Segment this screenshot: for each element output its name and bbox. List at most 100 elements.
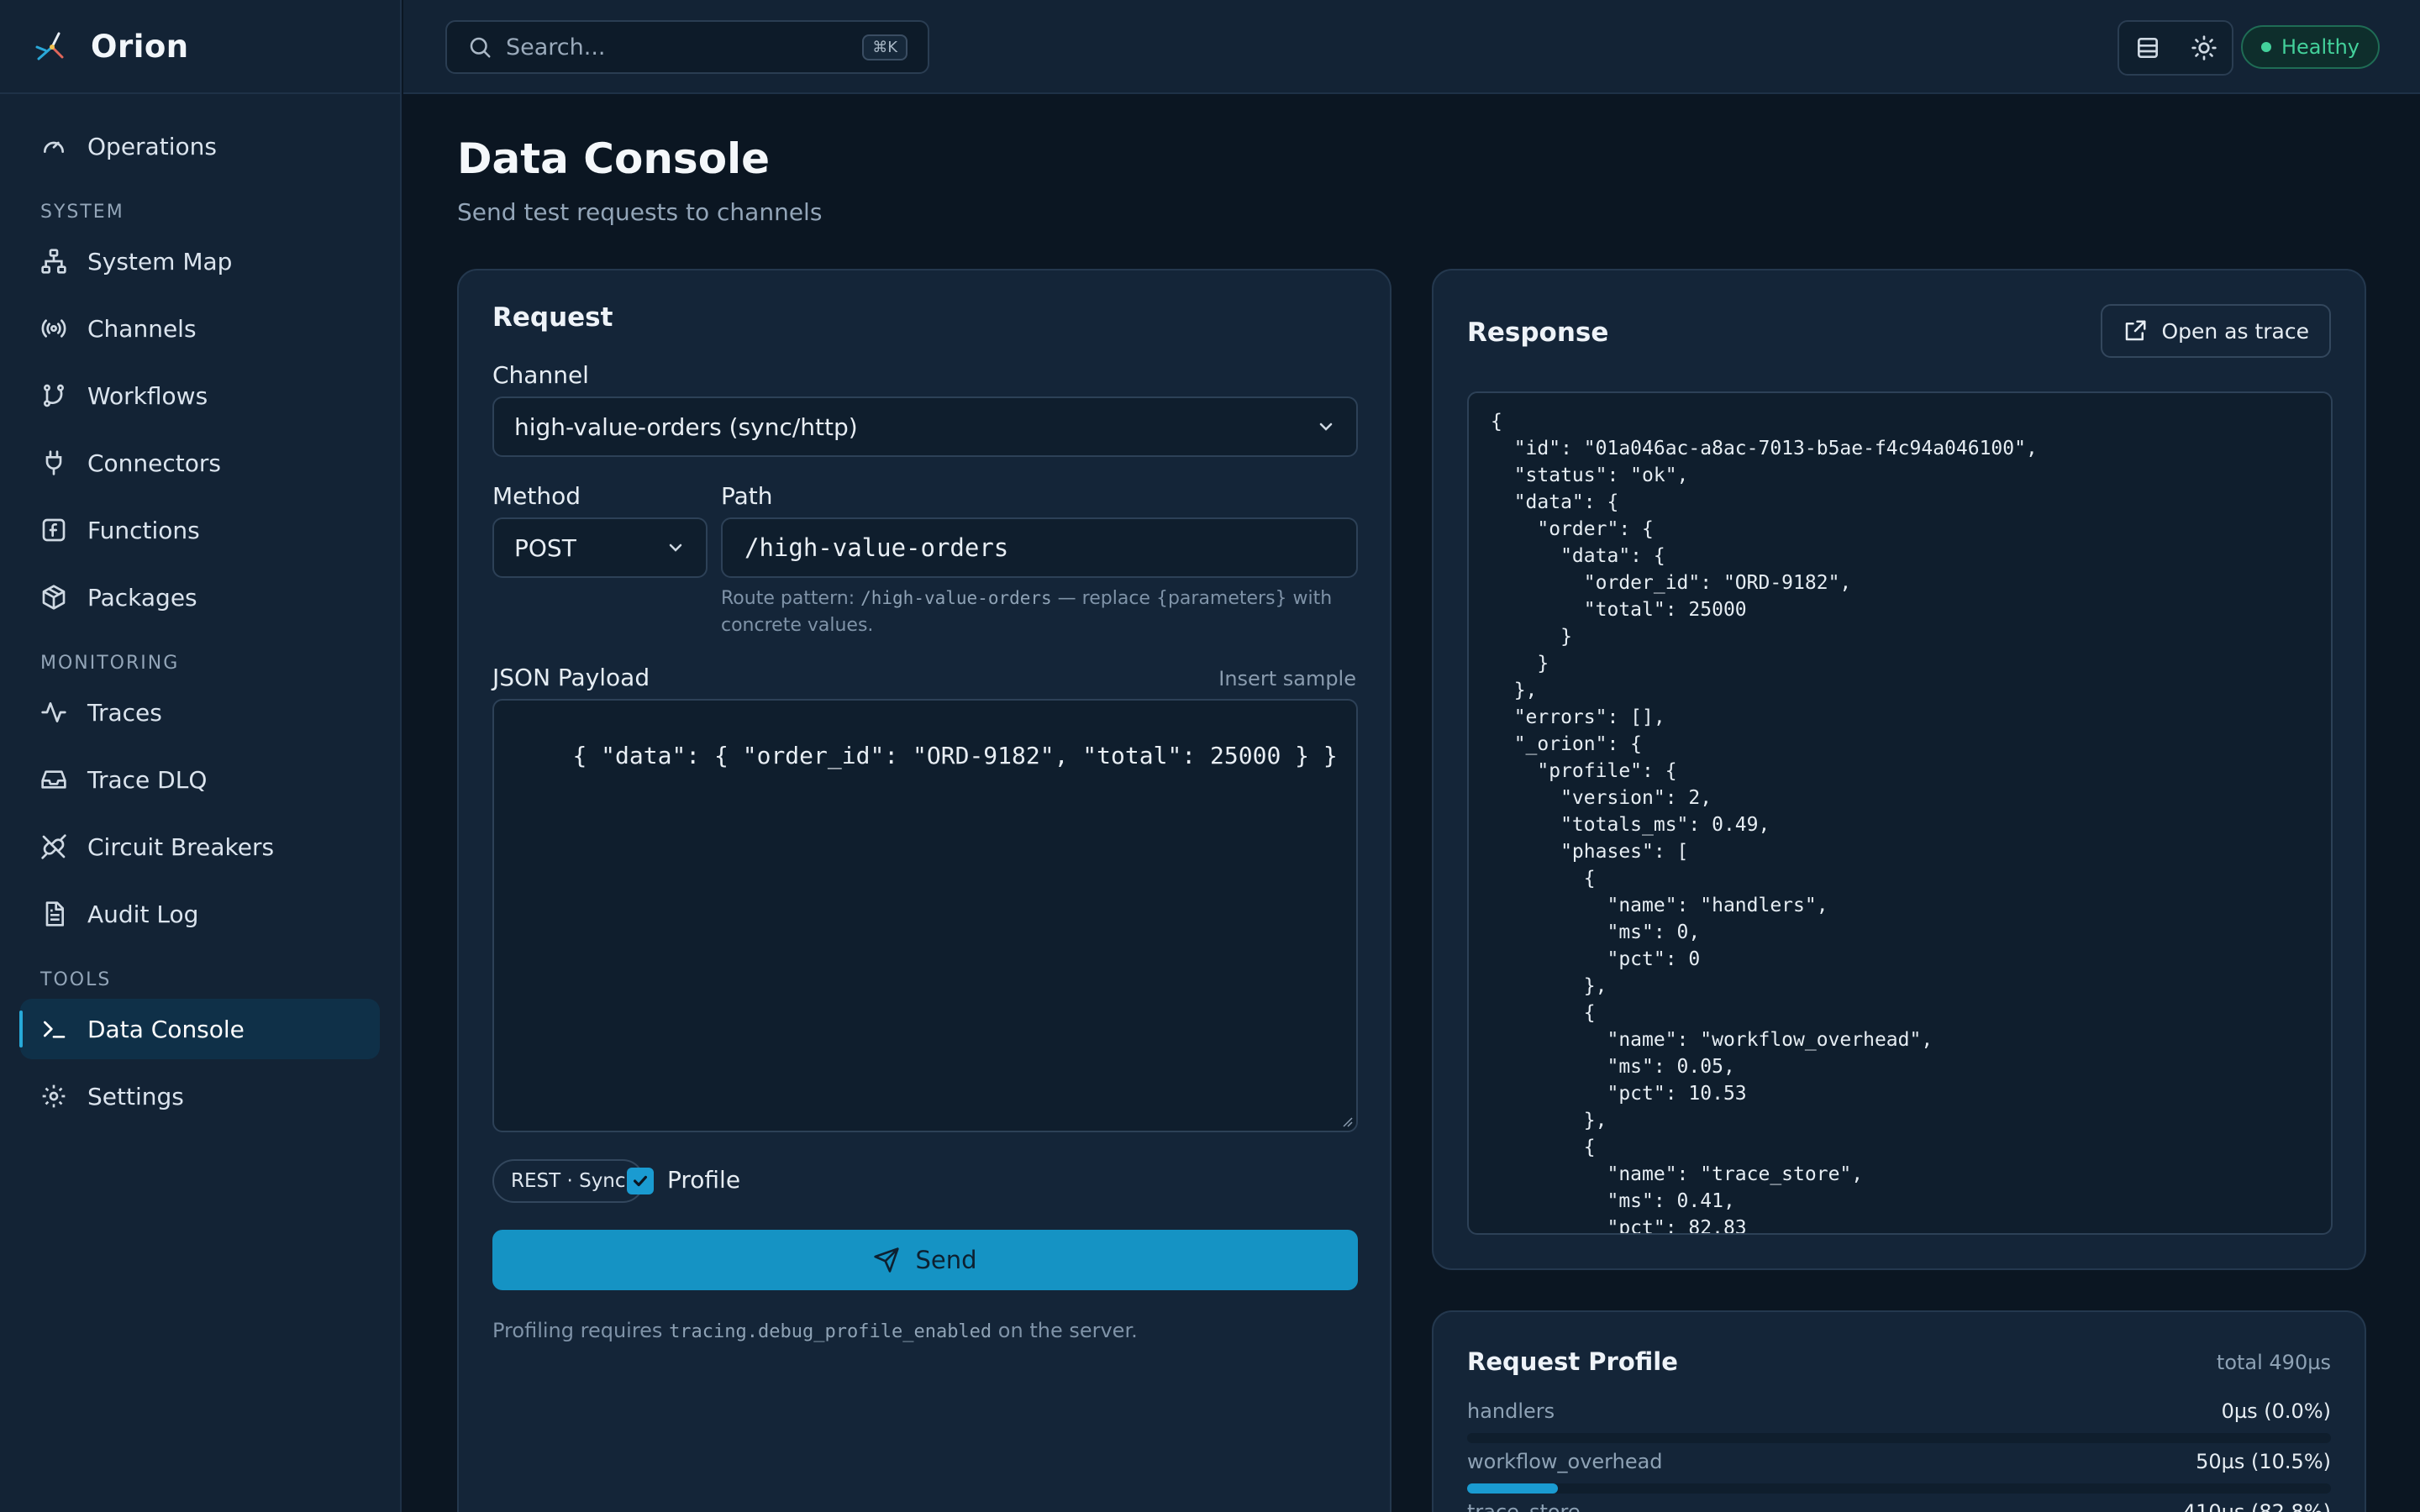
response-body[interactable]: { "id": "01a046ac-a8ac-7013-b5ae-f4c94a0… — [1467, 391, 2333, 1235]
sidebar-item-label: Channels — [87, 314, 197, 343]
search-icon — [470, 37, 491, 58]
open-as-trace-button[interactable]: Open as trace — [2101, 304, 2331, 358]
sidebar-item-audit-log[interactable]: Audit Log — [20, 884, 380, 944]
open-as-trace-label: Open as trace — [2161, 318, 2309, 344]
mode-pill: REST · Sync — [492, 1159, 644, 1203]
payload-textarea[interactable]: { "data": { "order_id": "ORD-9182", "tot… — [492, 699, 1358, 1132]
sidebar-item-workflows[interactable]: Workflows — [20, 365, 380, 426]
sidebar-item-functions[interactable]: Functions — [20, 500, 380, 560]
plug-icon — [45, 450, 62, 475]
payload-value: { "data": { "order_id": "ORD-9182", "tot… — [572, 742, 1338, 769]
route-hint-suffix-2: concrete values. — [721, 615, 874, 636]
page-subtitle: Send test requests to channels — [457, 198, 823, 226]
response-title: Response — [1467, 318, 1609, 348]
request-title: Request — [492, 302, 613, 333]
channel-value: high-value-orders (sync/http) — [514, 412, 858, 441]
phase-value: 0µs (0.0%) — [2221, 1399, 2331, 1423]
resize-grip-icon[interactable] — [1339, 1114, 1353, 1127]
sidebar-item-label: Functions — [87, 516, 200, 544]
phase-value: 50µs (10.5%) — [2196, 1450, 2331, 1473]
response-panel: Response Open as trace { "id": "01a046ac… — [1432, 269, 2366, 1270]
section-label-tools: TOOLS — [40, 969, 112, 990]
check-icon — [633, 1175, 648, 1187]
phase-name: trace_store — [1467, 1500, 1581, 1512]
profile-row: handlers 0µs (0.0%) — [1467, 1399, 2331, 1450]
brand[interactable]: Orion — [0, 0, 400, 94]
profile-label[interactable]: Profile — [667, 1166, 740, 1194]
page-title: Data Console — [457, 134, 771, 183]
search-placeholder: Search... — [506, 34, 606, 60]
broadcast-icon — [41, 319, 66, 338]
file-text-icon — [45, 901, 64, 927]
route-hint-pattern: /high-value-orders — [860, 588, 1052, 608]
sidebar-item-connectors[interactable]: Connectors — [20, 433, 380, 493]
chevron-down-icon — [1319, 423, 1333, 431]
sidebar-item-label: Trace DLQ — [87, 765, 208, 794]
sidebar-item-system-map[interactable]: System Map — [20, 231, 380, 291]
search-shortcut: ⌘K — [862, 34, 908, 60]
channel-select[interactable]: high-value-orders (sync/http) — [492, 396, 1358, 457]
external-link-icon — [2126, 320, 2146, 341]
sidebar: Orion Operations SYSTEM System Map Chann… — [0, 0, 402, 1512]
phase-bar-fill — [1467, 1483, 1558, 1494]
package-icon — [42, 585, 66, 610]
path-input[interactable]: /high-value-orders — [721, 517, 1358, 578]
phase-value: 410µs (82.8%) — [2182, 1500, 2331, 1512]
response-json: { "id": "01a046ac-a8ac-7013-b5ae-f4c94a0… — [1491, 411, 2038, 1235]
route-hint-prefix: Route pattern: — [721, 588, 861, 609]
sidebar-item-traces[interactable]: Traces — [20, 682, 380, 743]
section-label-monitoring: MONITORING — [40, 653, 180, 674]
status-dot — [2260, 42, 2271, 52]
method-select[interactable]: POST — [492, 517, 708, 578]
sidebar-item-label: Operations — [87, 132, 217, 160]
profile-checkbox[interactable] — [627, 1168, 654, 1194]
profile-row: trace_store 410µs (82.8%) — [1467, 1500, 2331, 1512]
sidebar-item-label: Data Console — [87, 1015, 245, 1043]
sidebar-item-label: Workflows — [87, 381, 208, 410]
phase-name: workflow_overhead — [1467, 1450, 1663, 1473]
insert-sample-link[interactable]: Insert sample — [1218, 667, 1356, 690]
profile-row: workflow_overhead 50µs (10.5%) — [1467, 1450, 2331, 1500]
layout-icon[interactable] — [2134, 34, 2161, 61]
send-label: Send — [915, 1246, 977, 1274]
footnote-suffix: on the server. — [992, 1319, 1138, 1342]
request-profile-panel: Request Profile total 490µs handlers 0µs… — [1432, 1310, 2366, 1512]
app-name: Orion — [91, 28, 189, 65]
terminal-icon — [44, 1021, 66, 1038]
sidebar-item-operations[interactable]: Operations — [20, 116, 380, 176]
status-text: Healthy — [2281, 35, 2360, 59]
route-hint-suffix: — replace {parameters} with — [1051, 588, 1333, 609]
channel-label: Channel — [492, 361, 589, 389]
phase-bar-track — [1467, 1433, 2331, 1443]
sidebar-item-label: Traces — [87, 698, 162, 727]
chevron-down-icon — [669, 543, 682, 552]
sidebar-item-data-console[interactable]: Data Console — [19, 999, 380, 1059]
send-button[interactable]: Send — [492, 1230, 1358, 1290]
sidebar-item-label: Circuit Breakers — [87, 832, 275, 861]
sidebar-item-circuit-breakers[interactable]: Circuit Breakers — [20, 816, 380, 877]
phase-bar-track — [1467, 1483, 2331, 1494]
gear-icon — [42, 1084, 66, 1108]
profile-total: total 490µs — [2216, 1351, 2331, 1374]
sidebar-item-settings[interactable]: Settings — [20, 1066, 380, 1126]
payload-label: JSON Payload — [492, 664, 650, 691]
top-bar: Search... ⌘K Healthy — [403, 0, 2420, 94]
path-value: /high-value-orders — [744, 533, 1009, 562]
search-input[interactable]: Search... ⌘K — [445, 20, 929, 74]
sidebar-item-packages[interactable]: Packages — [20, 567, 380, 627]
sidebar-item-channels[interactable]: Channels — [20, 298, 380, 359]
sidebar-item-label: System Map — [87, 247, 233, 276]
method-label: Method — [492, 482, 581, 510]
sun-icon[interactable] — [2191, 34, 2217, 61]
phase-name: handlers — [1467, 1399, 1555, 1423]
request-panel: Request Channel high-value-orders (sync/… — [457, 269, 1392, 1512]
sidebar-item-label: Audit Log — [87, 900, 199, 928]
footnote-code: tracing.debug_profile_enabled — [669, 1321, 992, 1342]
sidebar-nav: Operations SYSTEM System Map Channels Wo… — [0, 94, 400, 1126]
function-icon — [42, 518, 66, 542]
path-label: Path — [721, 482, 773, 510]
unplug-icon — [41, 834, 66, 859]
send-icon — [874, 1247, 900, 1273]
sidebar-item-trace-dlq[interactable]: Trace DLQ — [20, 749, 380, 810]
route-hint: Route pattern: /high-value-orders — repl… — [721, 585, 1360, 639]
